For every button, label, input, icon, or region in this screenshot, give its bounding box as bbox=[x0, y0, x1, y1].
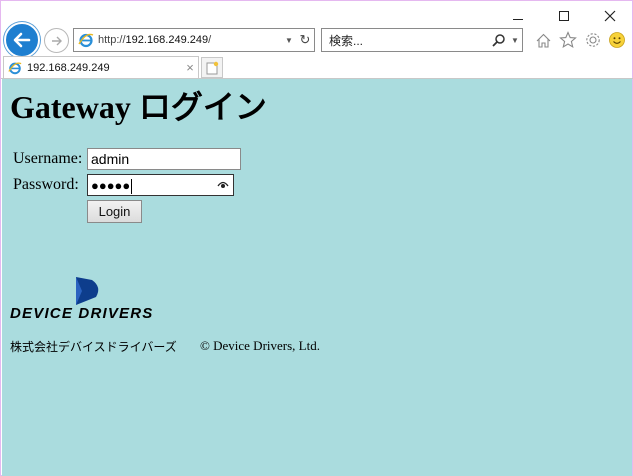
password-field[interactable]: ●●●●● bbox=[87, 174, 234, 196]
tab-active[interactable]: 192.168.249.249 × bbox=[3, 56, 199, 78]
password-label: Password: bbox=[13, 176, 79, 193]
favorites-star-icon[interactable] bbox=[558, 30, 578, 50]
logo-mark-icon bbox=[76, 277, 99, 305]
refresh-icon[interactable]: ↻ bbox=[296, 32, 314, 48]
search-dropdown-icon[interactable]: ▼ bbox=[508, 36, 522, 45]
address-dropdown-icon[interactable]: ▼ bbox=[282, 36, 296, 45]
address-path: / bbox=[208, 34, 212, 46]
reveal-password-icon[interactable] bbox=[216, 178, 230, 192]
username-label: Username: bbox=[13, 150, 83, 167]
password-masked-value: ●●●●● bbox=[91, 178, 131, 193]
login-button[interactable]: Login bbox=[87, 200, 142, 223]
close-icon bbox=[604, 10, 616, 22]
logo-text: DEVICE DRIVERS bbox=[10, 305, 154, 322]
page-content: Gateway ログイン Username: admin Password: ●… bbox=[2, 79, 632, 476]
home-icon[interactable] bbox=[533, 30, 553, 50]
minimize-icon bbox=[513, 18, 523, 20]
maximize-button[interactable] bbox=[549, 5, 579, 27]
back-button[interactable] bbox=[4, 22, 40, 58]
ie-page-icon bbox=[78, 33, 94, 48]
address-bar[interactable]: http://192.168.249.249/ ▼ ↻ bbox=[73, 28, 315, 52]
address-scheme: http:// bbox=[98, 34, 126, 46]
new-tab-icon bbox=[206, 61, 219, 74]
text-caret bbox=[131, 178, 133, 194]
tab-label: 192.168.249.249 bbox=[27, 61, 110, 74]
username-field[interactable]: admin bbox=[87, 148, 241, 170]
feedback-smiley-icon[interactable] bbox=[607, 30, 627, 50]
footer-copyright: © Device Drivers, Ltd. bbox=[200, 338, 320, 353]
close-window-button[interactable] bbox=[595, 5, 625, 27]
page-title: Gateway ログイン bbox=[10, 89, 267, 125]
new-tab-button[interactable] bbox=[201, 57, 223, 78]
search-box[interactable]: 検索... ▼ bbox=[321, 28, 523, 52]
back-arrow-icon bbox=[13, 32, 31, 48]
device-drivers-logo: DEVICE DRIVERS bbox=[10, 275, 155, 325]
forward-arrow-icon bbox=[51, 36, 62, 45]
maximize-icon bbox=[559, 11, 569, 21]
search-icon[interactable] bbox=[490, 31, 508, 49]
ie-tab-icon bbox=[8, 62, 22, 74]
minimize-button[interactable] bbox=[503, 5, 533, 27]
address-text: http://192.168.249.249/ bbox=[98, 34, 282, 46]
gear-icon[interactable] bbox=[583, 30, 603, 50]
tab-close-icon[interactable]: × bbox=[182, 60, 198, 75]
search-input[interactable]: 検索... bbox=[322, 32, 490, 49]
browser-window: http://192.168.249.249/ ▼ ↻ 検索... ▼ 192.… bbox=[0, 0, 633, 476]
address-host: 192.168.249.249 bbox=[125, 34, 209, 46]
forward-button[interactable] bbox=[44, 28, 69, 53]
footer-company-name: 株式会社デバイスドライバーズ bbox=[10, 340, 177, 354]
